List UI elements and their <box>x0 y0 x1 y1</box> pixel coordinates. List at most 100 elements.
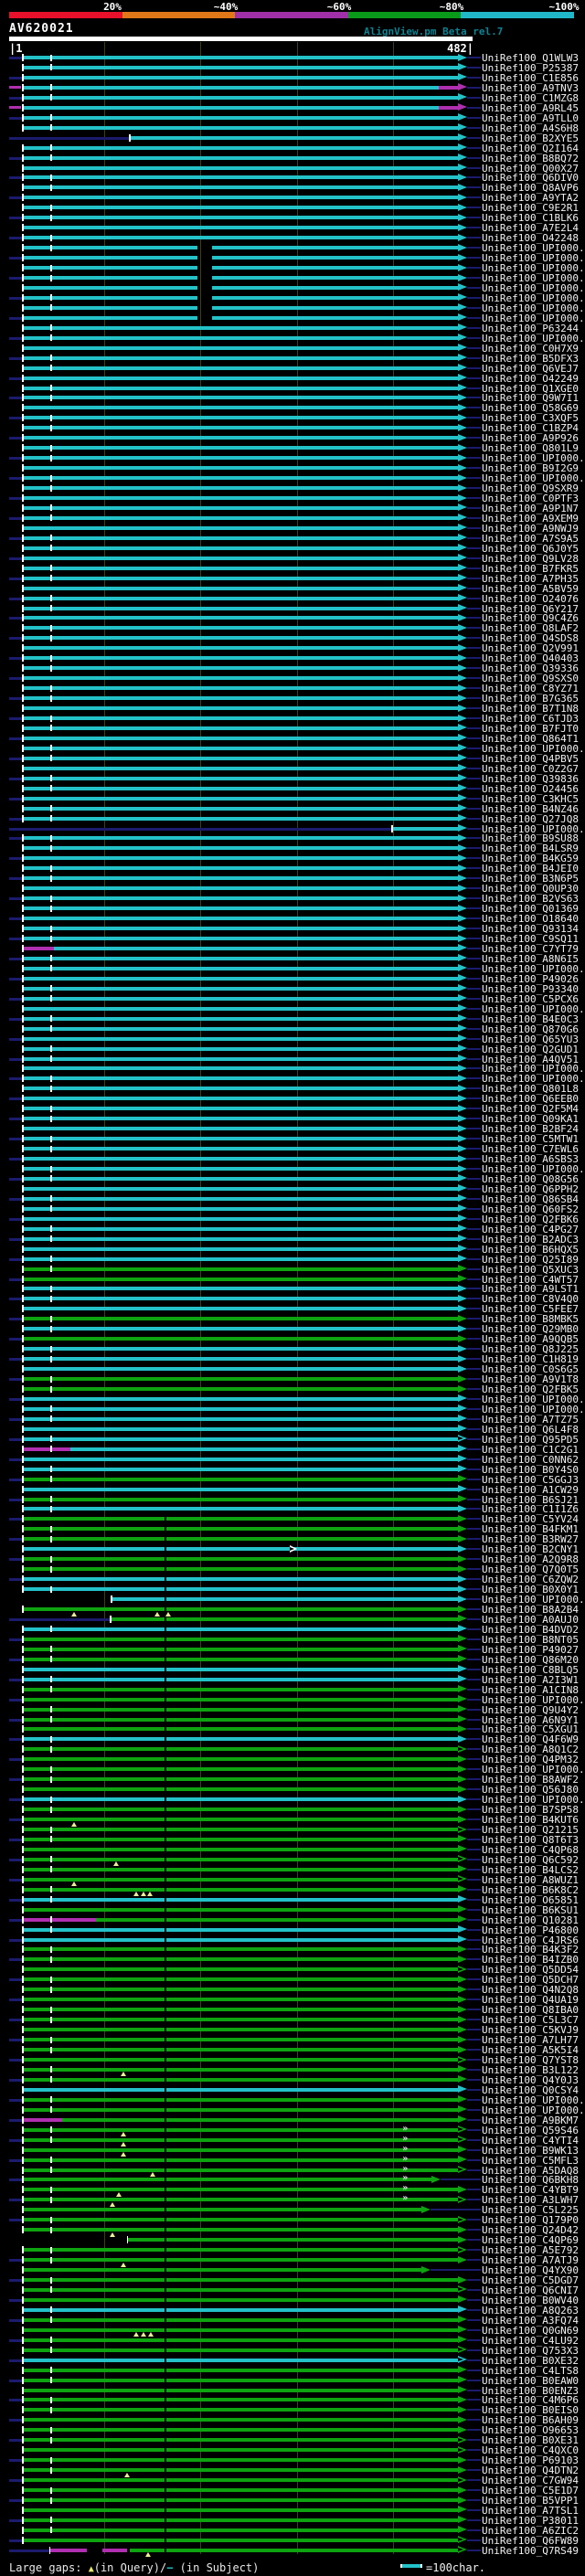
hsp-bar[interactable] <box>23 1907 459 1912</box>
hsp-bar[interactable] <box>129 2548 459 2552</box>
hsp-bar[interactable] <box>23 976 459 981</box>
hsp-bar[interactable] <box>23 1998 459 2002</box>
hsp-bar[interactable] <box>23 1807 459 1812</box>
hsp-bar[interactable] <box>23 1186 459 1191</box>
hsp-bar[interactable] <box>23 1337 459 1341</box>
hsp-bar[interactable] <box>23 2107 459 2112</box>
hsp-bar[interactable] <box>23 1637 459 1641</box>
hsp-bar[interactable] <box>23 1867 459 1871</box>
hsp-bar[interactable] <box>23 1246 459 1251</box>
hsp-bar[interactable] <box>23 2058 459 2062</box>
hsp-bar[interactable] <box>23 1147 459 1151</box>
hsp-bar[interactable] <box>23 2538 459 2542</box>
hsp-bar[interactable] <box>23 1607 459 1612</box>
hsp-bar[interactable] <box>23 2228 459 2232</box>
hsp-bar[interactable] <box>23 1107 459 1111</box>
hsp-bar[interactable] <box>23 986 459 991</box>
hsp-bar[interactable] <box>211 295 459 300</box>
alignment-row[interactable]: UniRef100_Q7RS49 <box>0 2545 585 2558</box>
hsp-bar[interactable] <box>23 917 459 921</box>
hsp-bar[interactable] <box>23 2048 459 2052</box>
hsp-bar[interactable] <box>23 2388 459 2392</box>
hsp-bar[interactable] <box>23 1937 459 1942</box>
hsp-bar[interactable] <box>23 1357 459 1362</box>
hsp-bar[interactable] <box>23 1837 459 1841</box>
hsp-bar[interactable] <box>23 666 459 671</box>
hsp-bar[interactable] <box>23 1076 459 1081</box>
hsp-bar[interactable] <box>23 1517 459 1521</box>
hsp-bar[interactable] <box>23 165 459 170</box>
hsp-bar[interactable] <box>23 1527 459 1532</box>
hsp-bar[interactable] <box>23 2198 459 2202</box>
hsp-bar[interactable] <box>23 686 459 691</box>
hsp-bar[interactable] <box>23 65 459 69</box>
hsp-bar[interactable] <box>23 1537 459 1542</box>
hsp-bar[interactable] <box>23 1947 459 1952</box>
hsp-bar[interactable] <box>23 1647 459 1651</box>
hsp-bar[interactable] <box>23 1507 459 1511</box>
hsp-bar[interactable] <box>23 937 459 941</box>
hsp-bar[interactable] <box>23 155 459 160</box>
hsp-bar[interactable] <box>23 1727 459 1732</box>
hsp-bar[interactable] <box>23 1176 459 1181</box>
subject-label[interactable]: UniRef100_Q7RS49 <box>482 2545 579 2557</box>
hsp-bar[interactable] <box>23 646 459 651</box>
hsp-bar[interactable] <box>23 2067 459 2072</box>
hsp-bar[interactable] <box>23 886 459 891</box>
hsp-bar[interactable] <box>23 2348 459 2352</box>
hsp-bar[interactable] <box>23 476 459 481</box>
hsp-bar[interactable] <box>23 2488 459 2493</box>
hsp-bar[interactable] <box>23 756 459 760</box>
hsp-bar[interactable] <box>23 806 459 811</box>
hsp-bar[interactable] <box>23 816 459 821</box>
hsp-bar[interactable] <box>211 266 459 270</box>
hsp-bar[interactable] <box>23 546 459 550</box>
hsp-bar[interactable] <box>23 2188 459 2192</box>
hsp-bar[interactable] <box>211 256 459 260</box>
hsp-bar[interactable] <box>23 1347 459 1352</box>
hsp-bar[interactable] <box>23 206 459 210</box>
hsp-bar[interactable] <box>23 456 459 461</box>
hsp-bar[interactable] <box>23 2268 422 2273</box>
hsp-bar[interactable] <box>23 2428 459 2433</box>
hsp-bar[interactable] <box>23 1877 459 1882</box>
hsp-bar[interactable] <box>23 125 459 130</box>
hsp-bar[interactable] <box>23 175 459 180</box>
hsp-bar[interactable] <box>23 95 459 100</box>
hsp-bar[interactable] <box>23 616 459 620</box>
hsp-bar[interactable] <box>23 1066 459 1071</box>
hsp-bar[interactable] <box>23 406 459 410</box>
hsp-bar[interactable] <box>23 1287 459 1291</box>
hsp-bar[interactable] <box>23 226 459 230</box>
hsp-bar[interactable] <box>439 85 459 90</box>
hsp-bar[interactable] <box>23 1236 459 1241</box>
hsp-bar[interactable] <box>23 1767 459 1772</box>
hsp-bar[interactable] <box>23 1256 459 1261</box>
hsp-bar[interactable] <box>23 2448 459 2453</box>
hsp-bar[interactable] <box>23 846 459 851</box>
hsp-bar[interactable] <box>23 556 459 560</box>
hsp-bar[interactable] <box>23 1487 459 1491</box>
hsp-bar[interactable] <box>23 2028 459 2032</box>
hsp-bar[interactable] <box>23 1587 459 1592</box>
hsp-bar[interactable] <box>23 285 198 290</box>
hsp-bar[interactable] <box>50 2548 88 2552</box>
hsp-bar[interactable] <box>211 315 459 320</box>
hsp-bar[interactable] <box>23 1367 459 1372</box>
hsp-bar[interactable] <box>23 1396 459 1401</box>
hsp-bar[interactable] <box>61 2117 459 2122</box>
hsp-bar[interactable] <box>23 696 459 701</box>
hsp-bar[interactable] <box>23 2147 459 2152</box>
hsp-bar[interactable] <box>23 1757 459 1762</box>
hsp-bar[interactable] <box>23 2358 459 2362</box>
hsp-bar[interactable] <box>23 706 459 711</box>
hsp-bar[interactable] <box>23 1117 459 1121</box>
hsp-bar[interactable] <box>95 1917 459 1922</box>
hsp-bar[interactable] <box>23 946 55 950</box>
hsp-bar[interactable] <box>23 1667 459 1671</box>
hsp-bar[interactable] <box>23 105 440 110</box>
hsp-bar[interactable] <box>23 426 459 430</box>
hsp-bar[interactable] <box>23 1657 459 1661</box>
hsp-bar[interactable] <box>23 2018 459 2022</box>
hsp-bar[interactable] <box>23 996 459 1001</box>
